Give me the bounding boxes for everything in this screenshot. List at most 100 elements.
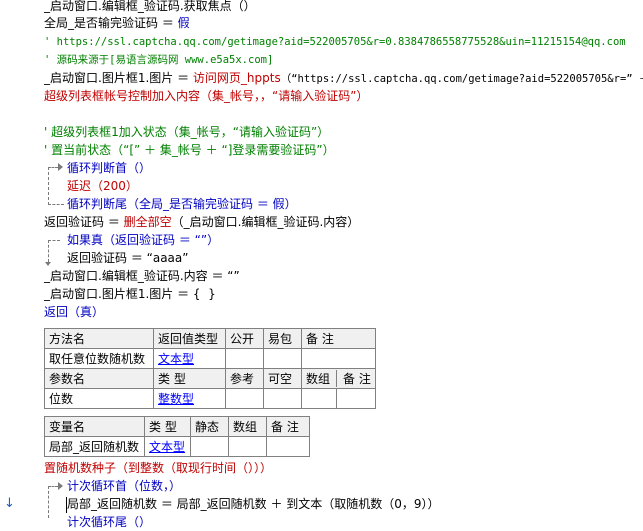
table-header-cell: 方法名 bbox=[44, 328, 154, 349]
code-text: 全局_是否输完验证码 bbox=[44, 16, 159, 30]
code-line-global-flag[interactable]: 全局_是否输完验证码 ＝ 假 bbox=[44, 14, 190, 32]
method-name-cell[interactable]: 取任意位数随机数 bbox=[44, 348, 154, 369]
table-header-cell: 备 注 bbox=[266, 416, 310, 437]
comment-line-url[interactable]: ' https://ssl.captcha.qq.com/getimage?ai… bbox=[44, 33, 626, 51]
public-cell[interactable] bbox=[225, 348, 264, 369]
code-line-delay[interactable]: 延迟（200） bbox=[67, 177, 138, 195]
param-name-cell[interactable]: 位数 bbox=[44, 388, 154, 409]
table-header-cell: 参数名 bbox=[44, 368, 154, 389]
table-header-row: 变量名 类 型 静态 数组 备 注 bbox=[44, 416, 310, 437]
code-text: （_启动窗口.编辑框_验证码.内容） bbox=[171, 215, 360, 229]
table-header-cell: 可空 bbox=[263, 368, 302, 389]
note-cell[interactable] bbox=[301, 348, 376, 369]
code-text: 返回验证码 ＝ bbox=[44, 215, 124, 229]
table-header-cell: 备 注 bbox=[301, 328, 376, 349]
table-header-cell: 类 型 bbox=[153, 368, 226, 389]
comment-text: ' 超级列表框1加入状态（集_帐号，“请输入验证码”） bbox=[44, 125, 330, 139]
array-cell[interactable] bbox=[228, 436, 267, 457]
static-cell[interactable] bbox=[190, 436, 229, 457]
note-cell[interactable] bbox=[266, 436, 310, 457]
table-header-cell: 易包 bbox=[263, 328, 302, 349]
ref-cell[interactable] bbox=[225, 388, 264, 409]
code-text: 如果真（返回验证码 ＝ “”） bbox=[67, 233, 220, 247]
comment-text: ' https://ssl.captcha.qq.com/getimage?ai… bbox=[44, 36, 626, 48]
code-text: 返回验证码 ＝ “aaaa” bbox=[67, 251, 189, 265]
var-name-cell[interactable]: 局部_返回随机数 bbox=[44, 436, 145, 457]
code-text: 访问网页_hppts bbox=[192, 71, 281, 85]
line-gutter bbox=[0, 0, 40, 518]
variable-table: 变量名 类 型 静态 数组 备 注 局部_返回随机数 文本型 bbox=[44, 416, 310, 457]
code-text: 局部_返回随机数 ＝ 局部_返回随机数 ＋ 到文本（取随机数（0，9）） bbox=[67, 497, 440, 511]
code-line-set-focus[interactable]: _启动窗口.编辑框_验证码.获取焦点（） bbox=[44, 0, 256, 15]
code-text: 置随机数种子（到整数（取现行时间（））） bbox=[44, 461, 273, 475]
code-text: 删全部空 bbox=[123, 215, 172, 229]
code-line-clear-picture[interactable]: _启动窗口.图片框1.图片 ＝ { } bbox=[44, 285, 216, 303]
code-text: _启动窗口.编辑框_验证码.获取焦点（） bbox=[44, 0, 256, 13]
table-header-cell: 数组 bbox=[228, 416, 267, 437]
code-line-append-random[interactable]: 局部_返回随机数 ＝ 局部_返回随机数 ＋ 到文本（取随机数（0，9）） bbox=[67, 495, 440, 513]
table-header-cell: 数组 bbox=[302, 370, 337, 387]
code-line-counter-loop-start[interactable]: 计次循环首（位数，） bbox=[67, 477, 181, 495]
var-type-cell[interactable]: 文本型 bbox=[144, 436, 191, 457]
code-line-if-true[interactable]: 如果真（返回验证码 ＝ “”） bbox=[67, 231, 219, 249]
if-guide-line bbox=[48, 240, 49, 262]
array-cell[interactable] bbox=[302, 389, 337, 408]
code-text: 计次循环尾（） bbox=[67, 515, 152, 529]
counter-loop-guide-line bbox=[48, 486, 58, 487]
if-down-arrow-icon bbox=[45, 262, 51, 266]
comment-text: ' 源码来源于[易语言源码网 www.e5a5x.com] bbox=[44, 54, 274, 66]
loop-guide-line bbox=[48, 167, 49, 205]
table-row[interactable]: 位数 整数型 bbox=[44, 388, 376, 409]
table-header-cell: 公开 bbox=[225, 328, 264, 349]
code-text: 计次循环首（位数，） bbox=[67, 479, 182, 493]
table-header-cell: 类 型 bbox=[144, 416, 191, 437]
code-line-loop-end[interactable]: 循环判断尾（全局_是否输完验证码 ＝ 假） bbox=[67, 195, 297, 213]
code-text: _启动窗口.编辑框_验证码.内容 ＝ “” bbox=[44, 269, 240, 283]
table-header-cell: 返回值类型 bbox=[153, 328, 226, 349]
return-type-cell[interactable]: 文本型 bbox=[153, 348, 226, 369]
package-cell[interactable] bbox=[263, 348, 302, 369]
table-header-cell-split: 数组备 注 bbox=[301, 368, 376, 389]
code-line-picture[interactable]: _启动窗口.图片框1.图片 ＝ 访问网页_hppts（“https://ssl.… bbox=[44, 69, 643, 87]
code-line-loop-start[interactable]: 循环判断首（） bbox=[67, 159, 151, 177]
code-line-clear-edit[interactable]: _启动窗口.编辑框_验证码.内容 ＝ “” bbox=[44, 267, 240, 285]
code-text: （“https://ssl.captcha.qq.com/getimage?ai… bbox=[280, 73, 643, 85]
nullable-cell[interactable] bbox=[263, 388, 302, 409]
loop-guide-line bbox=[48, 167, 58, 168]
code-line-random-seed[interactable]: 置随机数种子（到整数（取现行时间（））） bbox=[44, 459, 272, 477]
table-header-row: 参数名 类 型 参考 可空 数组备 注 bbox=[44, 368, 376, 389]
table-header-cell: 变量名 bbox=[44, 416, 145, 437]
code-line-return[interactable]: 返回（真） bbox=[44, 303, 104, 321]
code-text: ＝ bbox=[173, 71, 193, 85]
comment-line-set-state[interactable]: ' 置当前状态（“[” ＋ 集_帐号 ＋ “]登录需要验证码”） bbox=[44, 141, 335, 159]
array-note-cell[interactable] bbox=[301, 388, 376, 409]
method-table: 方法名 返回值类型 公开 易包 备 注 取任意位数随机数 文本型 参数名 类 型… bbox=[44, 328, 376, 409]
table-header-cell: 参考 bbox=[225, 368, 264, 389]
table-header-cell: 备 注 bbox=[343, 372, 371, 386]
loop-guide-line bbox=[48, 204, 64, 205]
comment-line-source[interactable]: ' 源码来源于[易语言源码网 www.e5a5x.com] bbox=[44, 51, 273, 69]
code-text: _启动窗口.图片框1.图片 bbox=[44, 71, 174, 85]
table-row[interactable]: 取任意位数随机数 文本型 bbox=[44, 348, 376, 369]
code-text: 返回（真） bbox=[44, 305, 105, 319]
loop-arrow-icon bbox=[58, 163, 63, 171]
table-row[interactable]: 局部_返回随机数 文本型 bbox=[44, 436, 310, 457]
code-line-set-aaaa[interactable]: 返回验证码 ＝ “aaaa” bbox=[67, 249, 188, 267]
param-type-cell[interactable]: 整数型 bbox=[153, 388, 226, 409]
code-text: 超级列表框帐号控制加入内容（集_帐号，，“请输入验证码”） bbox=[44, 89, 369, 103]
comment-line-status[interactable]: ' 超级列表框1加入状态（集_帐号，“请输入验证码”） bbox=[44, 123, 329, 141]
code-line-listview-add[interactable]: 超级列表框帐号控制加入内容（集_帐号，，“请输入验证码”） bbox=[44, 87, 368, 105]
if-guide-line bbox=[48, 240, 60, 241]
code-text: 延迟（200） bbox=[67, 179, 138, 193]
table-header-row: 方法名 返回值类型 公开 易包 备 注 bbox=[44, 328, 376, 349]
code-text: 循环判断尾（全局_是否输完验证码 ＝ 假） bbox=[67, 197, 297, 211]
code-line-return-code[interactable]: 返回验证码 ＝ 删全部空（_启动窗口.编辑框_验证码.内容） bbox=[44, 213, 359, 231]
code-line-counter-loop-end[interactable]: 计次循环尾（） bbox=[67, 513, 151, 531]
comment-text: ' 置当前状态（“[” ＋ 集_帐号 ＋ “]登录需要验证码”） bbox=[44, 143, 335, 157]
code-text: _启动窗口.图片框1.图片 ＝ { } bbox=[44, 287, 216, 301]
counter-loop-guide-line bbox=[48, 486, 49, 518]
code-text: 假 bbox=[177, 16, 190, 30]
table-header-cell: 静态 bbox=[190, 416, 229, 437]
current-line-marker-icon: ↓ bbox=[4, 496, 15, 511]
loop-arrow-icon bbox=[58, 482, 63, 490]
